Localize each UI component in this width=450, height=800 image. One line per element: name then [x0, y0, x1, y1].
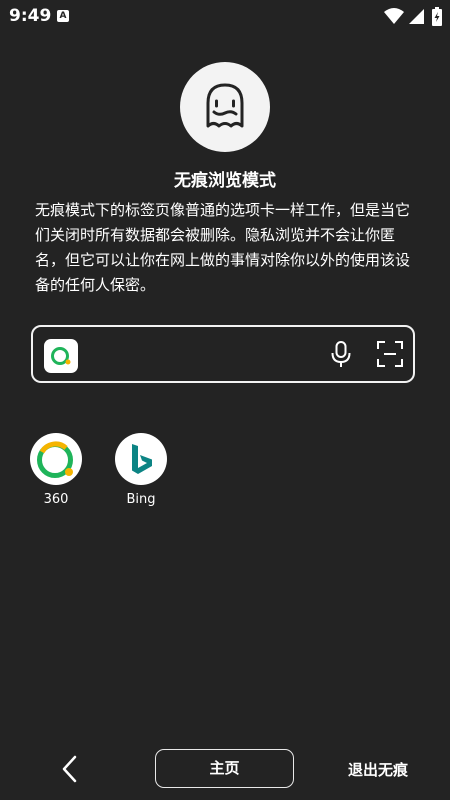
incognito-ghost-badge — [180, 62, 270, 152]
shortcut-360[interactable]: 360 — [26, 433, 86, 507]
incognito-description: 无痕模式下的标签页像普通的选项卡一样工作，但是当它们关闭时所有数据都会被删除。隐… — [35, 201, 411, 294]
status-time: 9:49 — [9, 6, 52, 26]
360-logo-icon — [37, 441, 73, 478]
shortcut-bing[interactable]: Bing — [111, 433, 171, 507]
360-search-icon — [51, 347, 71, 365]
exit-incognito-button[interactable]: 退出无痕 — [348, 759, 408, 780]
notification-badge-icon: A — [57, 10, 69, 22]
ghost-icon — [206, 83, 244, 128]
mic-icon[interactable] — [331, 341, 351, 369]
bing-logo-tile — [115, 433, 167, 485]
360-logo-tile — [30, 433, 82, 485]
back-chevron-icon[interactable] — [60, 755, 80, 783]
wifi-icon — [384, 8, 404, 24]
battery-charging-icon — [432, 7, 442, 26]
incognito-title: 无痕浏览模式 — [174, 171, 276, 191]
shortcut-label: 360 — [43, 492, 69, 507]
scan-icon[interactable] — [377, 341, 403, 367]
status-bar: 9:49 A — [0, 0, 450, 34]
bing-logo-icon — [132, 444, 152, 474]
shortcut-label: Bing — [126, 492, 156, 507]
search-engine-selector[interactable] — [44, 339, 78, 373]
signal-icon — [409, 9, 424, 24]
home-button[interactable]: 主页 — [155, 749, 294, 788]
search-bar[interactable] — [31, 325, 415, 383]
